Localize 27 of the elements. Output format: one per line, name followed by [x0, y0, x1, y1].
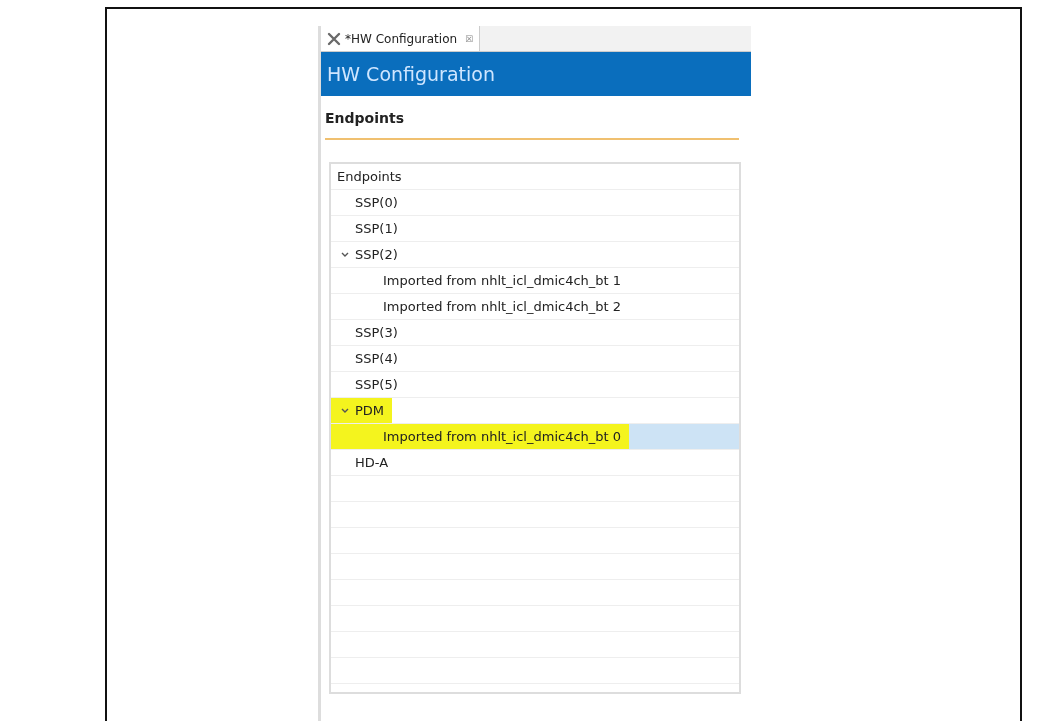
tree-item[interactable]: SSP(0)	[331, 190, 739, 216]
tree-item[interactable]: SSP(4)	[331, 346, 739, 372]
tree-item[interactable]: Imported from nhlt_icl_dmic4ch_bt 2	[331, 294, 739, 320]
tree-item[interactable]: HD-A	[331, 450, 739, 476]
highlighter-mark: Endpoints	[336, 168, 403, 186]
highlighter-mark: Imported from nhlt_icl_dmic4ch_bt 0	[331, 424, 630, 449]
section-title: Endpoints	[325, 110, 739, 140]
highlighter-mark: Imported from nhlt_icl_dmic4ch_bt 2	[382, 298, 623, 316]
close-icon[interactable]: ☒	[465, 33, 474, 44]
highlighter-mark: SSP(2)	[331, 242, 406, 267]
tree-item[interactable]: Endpoints	[331, 164, 739, 190]
highlighter-mark: SSP(1)	[354, 220, 399, 238]
tree-item[interactable]: Imported from nhlt_icl_dmic4ch_bt 1	[331, 268, 739, 294]
tree-item[interactable]: Imported from nhlt_icl_dmic4ch_bt 0	[331, 424, 739, 450]
editor-tab[interactable]: *HW Configuration ☒	[321, 26, 481, 51]
highlighter-mark: Imported from nhlt_icl_dmic4ch_bt 1	[382, 272, 623, 290]
highlighter-mark: HD-A	[354, 454, 390, 472]
highlighter-mark: SSP(0)	[354, 194, 399, 212]
highlighter-mark: SSP(3)	[354, 324, 399, 342]
highlighter-mark: SSP(4)	[354, 350, 399, 368]
header-title: HW Configuration	[327, 63, 495, 85]
highlighter-mark: PDM	[331, 398, 393, 423]
tree-item[interactable]: SSP(1)	[331, 216, 739, 242]
highlighter-mark: SSP(5)	[354, 376, 399, 394]
tab-title: *HW Configuration	[345, 31, 458, 46]
tree-item[interactable]: SSP(3)	[331, 320, 739, 346]
tree-item[interactable]: SSP(2)	[331, 242, 739, 268]
